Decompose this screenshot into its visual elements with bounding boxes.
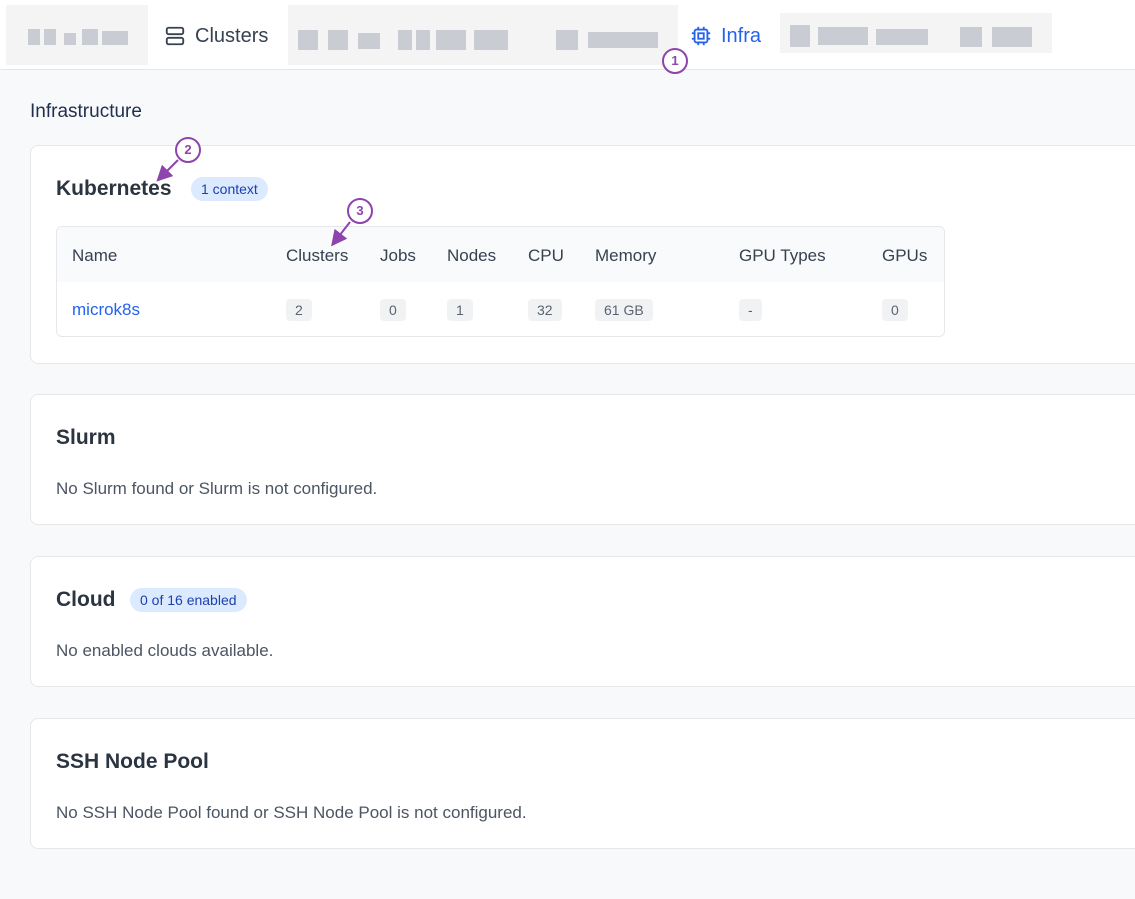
annotation-marker-3: 3 <box>347 198 373 224</box>
annotation-marker-1: 1 <box>662 48 688 74</box>
annotation-arrows <box>156 159 351 247</box>
annotation-marker-2: 2 <box>175 137 201 163</box>
